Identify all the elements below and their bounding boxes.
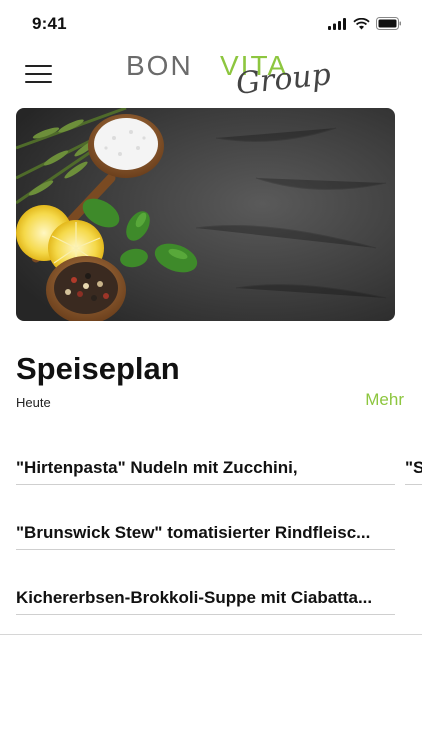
menu-item[interactable]: "Brunswick Stew" tomatisierter Rindfleis…	[16, 505, 395, 550]
status-icons	[328, 17, 402, 30]
status-time: 9:41	[32, 14, 67, 33]
page-title: Speiseplan	[16, 351, 180, 386]
signal-icon	[328, 17, 346, 30]
hero-image	[16, 108, 395, 321]
logo-text-bon: BON	[126, 50, 193, 81]
hamburger-icon	[25, 73, 52, 75]
more-link[interactable]: Mehr	[365, 390, 404, 410]
brand-logo: BON VITA Group	[126, 48, 332, 102]
next-card-peek[interactable]: "S	[405, 440, 422, 485]
date-label: Heute	[16, 395, 51, 410]
menu-item-label: "Hirtenpasta" Nudeln mit Zucchini,	[16, 458, 298, 477]
section-divider	[0, 634, 422, 635]
status-bar: 9:41	[0, 0, 422, 48]
menu-item[interactable]: "Hirtenpasta" Nudeln mit Zucchini,	[16, 440, 395, 485]
menu-item-label: "Brunswick Stew" tomatisierter Rindfleis…	[16, 523, 371, 542]
hamburger-icon	[25, 81, 52, 83]
wifi-icon	[353, 17, 370, 29]
next-card-label: "S	[405, 458, 422, 477]
hamburger-icon	[25, 65, 52, 67]
menu-item-label: Kichererbsen-Brokkoli-Suppe mit Ciabatta…	[16, 588, 373, 607]
menu-item[interactable]: Kichererbsen-Brokkoli-Suppe mit Ciabatta…	[16, 570, 395, 615]
app-header: BON VITA Group	[0, 48, 422, 102]
battery-icon	[376, 17, 401, 30]
menu-button[interactable]	[25, 65, 53, 83]
herbs-spices-illustration	[16, 108, 395, 321]
